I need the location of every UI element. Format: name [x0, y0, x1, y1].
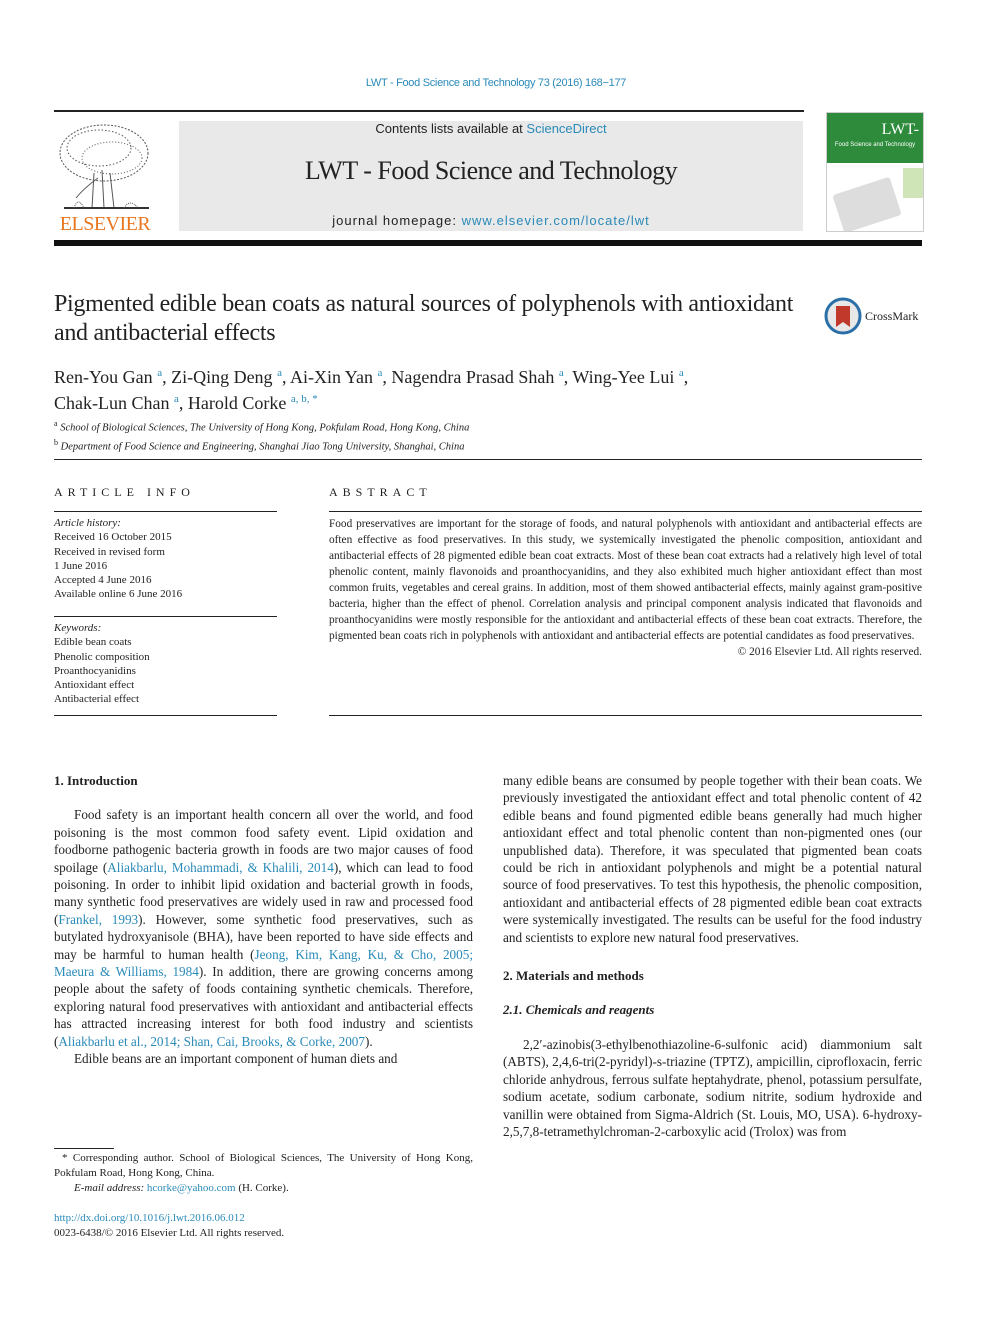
corresponding-author-note: * Corresponding author. School of Biolog…: [54, 1152, 473, 1179]
cover-title: LWT-: [881, 121, 919, 138]
author[interactable]: Zi-Qing Deng a: [171, 367, 282, 387]
journal-homepage: journal homepage: www.elsevier.com/locat…: [179, 213, 803, 228]
email-label: E-mail address:: [74, 1182, 147, 1194]
elsevier-logo[interactable]: ELSEVIER: [54, 118, 156, 236]
email-suffix: (H. Corke).: [235, 1182, 289, 1194]
subsection-heading-chemicals: 2.1. Chemicals and reagents: [503, 1002, 655, 1018]
history-item: Available online 6 June 2016: [54, 588, 183, 601]
divider: [54, 715, 277, 716]
sciencedirect-link[interactable]: ScienceDirect: [526, 121, 606, 136]
history-item: Received 16 October 2015: [54, 531, 172, 544]
email-line: E-mail address: hcorke@yahoo.com (H. Cor…: [54, 1181, 473, 1196]
doi-link[interactable]: http://dx.doi.org/10.1016/j.lwt.2016.06.…: [54, 1211, 284, 1226]
contents-prefix: Contents lists available at: [375, 121, 527, 136]
journal-citation-link[interactable]: LWT - Food Science and Technology 73 (20…: [0, 77, 992, 89]
tree-icon: [59, 124, 149, 209]
author[interactable]: Ai-Xin Yan a: [290, 367, 382, 387]
elsevier-wordmark: ELSEVIER: [59, 213, 151, 235]
author[interactable]: Chak-Lun Chan a: [54, 393, 179, 413]
keyword: Phenolic composition: [54, 650, 150, 663]
journal-title: LWT - Food Science and Technology: [304, 156, 678, 185]
introduction-paragraph: Edible beans are an important component …: [74, 1051, 398, 1067]
keyword: Edible bean coats: [54, 636, 132, 649]
article-history: Article history: Received 16 October 201…: [54, 516, 277, 602]
history-item: Accepted 4 June 2016: [54, 574, 152, 587]
footnote-rule: [54, 1148, 114, 1149]
citation-link[interactable]: Aliakbarlu et al., 2014; Shan, Cai, Broo…: [58, 1034, 365, 1049]
abstract-text: Food preservatives are important for the…: [329, 518, 922, 642]
author[interactable]: Wing-Yee Lui a: [572, 367, 683, 387]
cover-image: [832, 176, 902, 231]
article-info-heading: ARTICLE INFO: [54, 485, 195, 499]
paragraph-text: ).: [364, 1033, 373, 1049]
divider: [54, 616, 277, 617]
introduction-paragraph-continued: many edible beans are consumed by people…: [503, 773, 922, 945]
abstract-copyright: © 2016 Elsevier Ltd. All rights reserved…: [737, 646, 922, 658]
keyword: Proanthocyanidins: [54, 664, 136, 677]
homepage-prefix: journal homepage:: [332, 213, 462, 228]
author[interactable]: Harold Corke a, b, *: [188, 393, 318, 413]
keywords-label: Keywords:: [54, 622, 102, 634]
keyword: Antibacterial effect: [54, 693, 139, 706]
citation-link[interactable]: Frankel, 1993: [58, 912, 138, 927]
crossmark-icon: [824, 297, 862, 335]
affiliation: a School of Biological Sciences, The Uni…: [54, 419, 470, 434]
section-heading-methods: 2. Materials and methods: [503, 968, 644, 984]
abstract-body: Food preservatives are important for the…: [329, 516, 922, 660]
history-label: Article history:: [54, 517, 121, 529]
email-link[interactable]: hcorke@yahoo.com: [147, 1182, 236, 1194]
article-title: Pigmented edible bean coats as natural s…: [54, 291, 794, 346]
author-list: Ren-You Gan a, Zi-Qing Deng a, Ai-Xin Ya…: [54, 367, 689, 413]
citation-link[interactable]: Aliakbarlu, Mohammadi, & Khalili, 2014: [107, 860, 334, 875]
cover-subtitle: Food Science and Technology: [834, 142, 916, 148]
abstract-heading: ABSTRACT: [329, 485, 432, 499]
footnote: * Corresponding author. School of Biolog…: [54, 1151, 473, 1196]
issn-copyright: 0023-6438/© 2016 Elsevier Ltd. All right…: [54, 1227, 285, 1239]
divider: [329, 715, 922, 716]
homepage-link[interactable]: www.elsevier.com/locate/lwt: [462, 213, 650, 228]
keyword: Antioxidant effect: [54, 679, 135, 692]
doi-block: http://dx.doi.org/10.1016/j.lwt.2016.06.…: [54, 1211, 284, 1241]
header-thick-rule: [54, 240, 922, 246]
divider: [54, 459, 922, 460]
author[interactable]: Nagendra Prasad Shah a: [391, 367, 563, 387]
affiliation: b Department of Food Science and Enginee…: [54, 437, 465, 453]
section-heading-introduction: 1. Introduction: [54, 773, 138, 788]
contents-line: Contents lists available at ScienceDirec…: [179, 121, 803, 136]
divider: [54, 511, 277, 512]
cover-accent: [903, 168, 923, 198]
history-item: 1 June 2016: [54, 559, 108, 572]
header-rule: [54, 110, 804, 112]
methods-paragraph: 2,2′-azinobis(3-ethylbenothiazoline-6-su…: [503, 1036, 922, 1139]
affiliations: a School of Biological Sciences, The Uni…: [54, 417, 814, 454]
journal-cover[interactable]: LWT- Food Science and Technology: [826, 112, 924, 232]
history-item: Received in revised form: [54, 545, 165, 558]
divider: [329, 511, 922, 512]
crossmark-label: CrossMark: [865, 309, 919, 323]
introduction-paragraph: Food safety is an important health conce…: [54, 806, 473, 1050]
author[interactable]: Ren-You Gan a: [54, 367, 162, 387]
crossmark-button[interactable]: CrossMark: [824, 297, 924, 335]
keywords: Keywords: Edible bean coats Phenolic com…: [54, 621, 277, 707]
body-column-right: many edible beans are consumed by people…: [503, 772, 922, 1140]
body-column-left: 1. Introduction Food safety is an import…: [54, 772, 473, 1068]
